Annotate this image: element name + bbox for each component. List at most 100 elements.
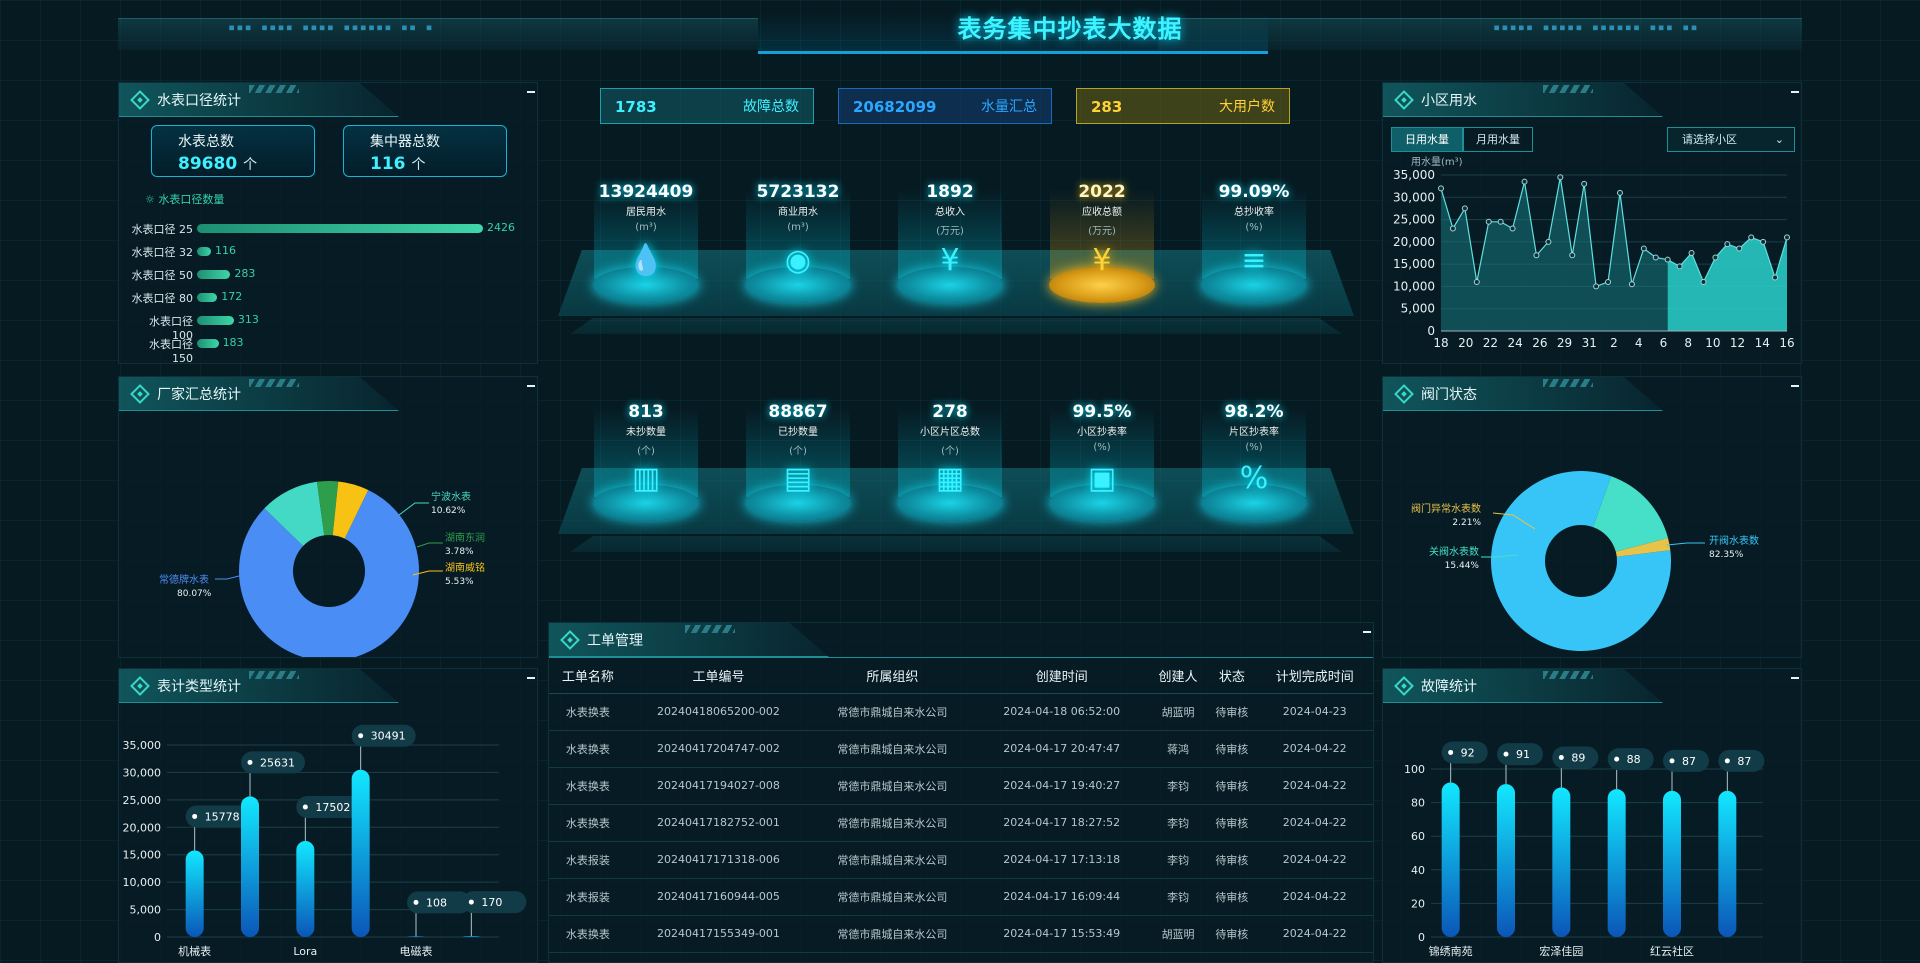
area-point: [1557, 174, 1564, 181]
concentrator-total-number: 116: [370, 154, 406, 174]
table-cell: 待审核: [1207, 878, 1257, 916]
diameter-bar-value: 172: [221, 290, 243, 303]
pie-label: 湖南东润: [445, 531, 485, 544]
concentrator-total-label: 集中器总数: [370, 134, 440, 150]
area-point: [1640, 245, 1647, 252]
title-stripes: [1543, 379, 1593, 387]
corner-mark: [1791, 385, 1799, 387]
table-cell: 待审核: [1207, 841, 1257, 879]
table-row[interactable]: 水表换表 20240417204747-002 常德市鼎城自来水公司 2024-04-…: [549, 730, 1373, 768]
kpi-label: 未抄数量: [626, 427, 666, 438]
table-row[interactable]: 水表报装 20240417160944-005 常德市鼎城自来水公司 2024-04-…: [549, 878, 1373, 916]
data-label: 87: [1682, 755, 1696, 768]
y-tick-label: 25,000: [123, 794, 162, 807]
kpi-value: 98.2%: [1224, 402, 1284, 422]
diameter-bar-row: 水表口径 25 2426: [129, 221, 529, 236]
section-label: ☼ 水表口径数量: [145, 191, 224, 207]
table-header-row: 工单名称 工单编号 所属组织 创建时间 创建人 状态 计划完成时间: [549, 659, 1373, 694]
bar: [1718, 790, 1737, 937]
table-cell: 2024-04-17 20:47:47: [974, 730, 1149, 768]
table-cell: 水表换表: [549, 730, 627, 768]
y-tick-label: 35,000: [123, 739, 162, 752]
y-tick-label: 30,000: [1393, 190, 1435, 204]
area-point: [1688, 250, 1695, 256]
diamond-icon: [1394, 384, 1414, 404]
table-cell: 水表报装: [549, 878, 627, 916]
kpi-label: 商业用水: [778, 207, 818, 218]
kpi-item: 813 未抄数量 (个): [581, 402, 711, 457]
diameter-bar-value: 116: [215, 244, 236, 257]
y-tick-label: 20,000: [123, 821, 162, 834]
stat-label: 故障总数: [743, 99, 799, 115]
table-row[interactable]: 水表换表 20240417194027-008 常德市鼎城自来水公司 2024-04-…: [549, 767, 1373, 805]
kpi-platform-bottom-shadow: [570, 536, 1342, 552]
table-cell: 胡蓝明: [1148, 693, 1208, 731]
table-cell: 2024-04-17 19:40:27: [974, 767, 1149, 805]
workorder-table: 工单名称 工单编号 所属组织 创建时间 创建人 状态 计划完成时间 水表换表 20240418…: [549, 659, 1373, 953]
table-cell: 2024-04-17 15:53:49: [974, 915, 1149, 953]
bar: [241, 796, 259, 937]
data-label: 108: [426, 896, 447, 909]
table-cell: 水表报装: [549, 841, 627, 879]
section-label-text: 水表口径数量: [158, 193, 225, 206]
table-header-cell: 创建时间: [974, 659, 1149, 694]
diamond-icon: [1394, 90, 1414, 110]
bar: [1552, 787, 1571, 937]
kpi-value: 278: [932, 402, 968, 422]
kpi-label: 总抄收率: [1234, 207, 1274, 218]
title-stripes: [249, 379, 299, 387]
table-row[interactable]: 水表换表 20240417155349-001 常德市鼎城自来水公司 2024-04-…: [549, 915, 1373, 953]
table-cell: 待审核: [1207, 693, 1257, 731]
area-point: [1664, 256, 1671, 263]
kpi-unit: (万元): [936, 226, 964, 237]
table-cell: 水表换表: [549, 804, 627, 842]
diameter-bar-label: 水表口径 25: [131, 223, 194, 236]
stat-card: 283 大用户数: [1076, 88, 1290, 124]
table-cell: 待审核: [1207, 730, 1257, 768]
table-header-cell: 创建人: [1148, 659, 1208, 694]
percent-icon: %: [1239, 461, 1269, 496]
tab-monthly-water[interactable]: 月用水量: [1463, 127, 1533, 152]
data-label-dot: [1503, 751, 1509, 757]
kpi-label: 片区抄表率: [1229, 427, 1279, 438]
pie-percent: 80.07%: [177, 589, 212, 599]
table-cell: 20240417204747-002: [626, 730, 811, 768]
coins-icon: ≡: [1241, 243, 1267, 278]
kpi-value: 5723132: [756, 182, 840, 202]
table-cell: 2024-04-23: [1256, 693, 1373, 731]
y-tick-label: 20,000: [1393, 235, 1435, 249]
meter-total-unit: 个: [243, 157, 258, 173]
panel-title: 阀门状态: [1421, 387, 1477, 403]
pie-leader-line: [398, 502, 429, 516]
corner-mark: [527, 677, 535, 679]
x-tick-label: 机械表: [178, 944, 211, 958]
table-row[interactable]: 水表换表 20240418065200-002 常德市鼎城自来水公司 2024-04-…: [549, 693, 1373, 731]
table-cell: 常德市鼎城自来水公司: [810, 804, 975, 842]
header: ▪▪▪ ▪▪▪▪ ▪▪▪▪ ▪▪▪▪▪▪ ▪▪ ▪ ▪▪▪▪▪ ▪▪▪▪▪ ▪▪…: [118, 0, 1802, 54]
area-point: [1521, 178, 1528, 185]
title-underline: [549, 657, 1373, 658]
tab-daily-water[interactable]: 日用水量: [1391, 127, 1463, 152]
kpi-item: 99.09% 总抄收率 (%): [1189, 182, 1319, 233]
kpi-unit: (%): [1245, 442, 1263, 453]
header-dots-right: ▪▪▪▪▪ ▪▪▪▪▪ ▪▪▪▪▪▪ ▪▪▪ ▪▪: [1493, 20, 1699, 34]
area-point: [1461, 205, 1468, 212]
x-tick-label: 12: [1730, 336, 1745, 350]
panel-title-bar: 故障统计: [1383, 669, 1663, 703]
community-select[interactable]: 请选择小区 ⌄: [1667, 127, 1795, 152]
table-cell: 2024-04-22: [1256, 767, 1373, 805]
area-point: [1533, 252, 1540, 259]
bar: [185, 850, 204, 937]
x-tick-label: 29: [1557, 336, 1572, 350]
x-tick-label: 31: [1582, 336, 1597, 350]
valve-pie-chart: 开阀水表数 82.35% 关阀水表数 15.44% 阀门异常水表数 2.21%: [1411, 471, 1759, 651]
pie-leader-line: [215, 574, 244, 580]
table-row[interactable]: 水表报装 20240417171318-006 常德市鼎城自来水公司 2024-04-…: [549, 841, 1373, 879]
data-label-dot: [1669, 758, 1675, 764]
kpi-unit: (个): [941, 446, 959, 457]
table-cell: 20240417194027-008: [626, 767, 811, 805]
water-drop-icon: 💧: [627, 243, 665, 278]
table-cell: 常德市鼎城自来水公司: [810, 767, 975, 805]
kpi-unit: (万元): [1088, 226, 1116, 237]
table-row[interactable]: 水表换表 20240417182752-001 常德市鼎城自来水公司 2024-04-…: [549, 804, 1373, 842]
